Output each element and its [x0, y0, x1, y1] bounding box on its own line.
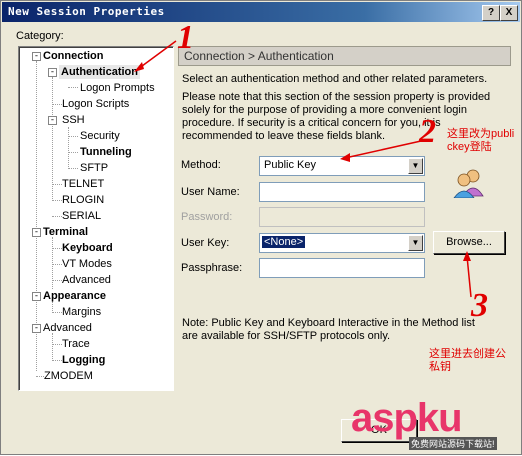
- annotation-number-2: 2: [419, 113, 436, 150]
- arrow-head: [340, 153, 350, 162]
- annotation-arrows: [134, 40, 472, 298]
- annotation-number-3: 3: [471, 287, 488, 324]
- arrow-to-authentication: [137, 40, 177, 70]
- arrow-to-method: [344, 140, 422, 159]
- arrow-head: [134, 62, 144, 72]
- watermark-subtitle: 免费网站源码下载站!: [409, 437, 497, 450]
- arrow-head: [463, 251, 471, 261]
- watermark: aspku 免费网站源码下载站!: [351, 396, 519, 452]
- watermark-brand: aspku: [351, 396, 463, 440]
- dialog-window: New Session Properties ? X Category: - C…: [0, 0, 522, 455]
- annotation-number-1: 1: [177, 19, 194, 56]
- annotation-note-3: 这里进去创建公私钥: [429, 348, 506, 373]
- annotation-note-2: 这里改为publickey登陆: [447, 128, 515, 153]
